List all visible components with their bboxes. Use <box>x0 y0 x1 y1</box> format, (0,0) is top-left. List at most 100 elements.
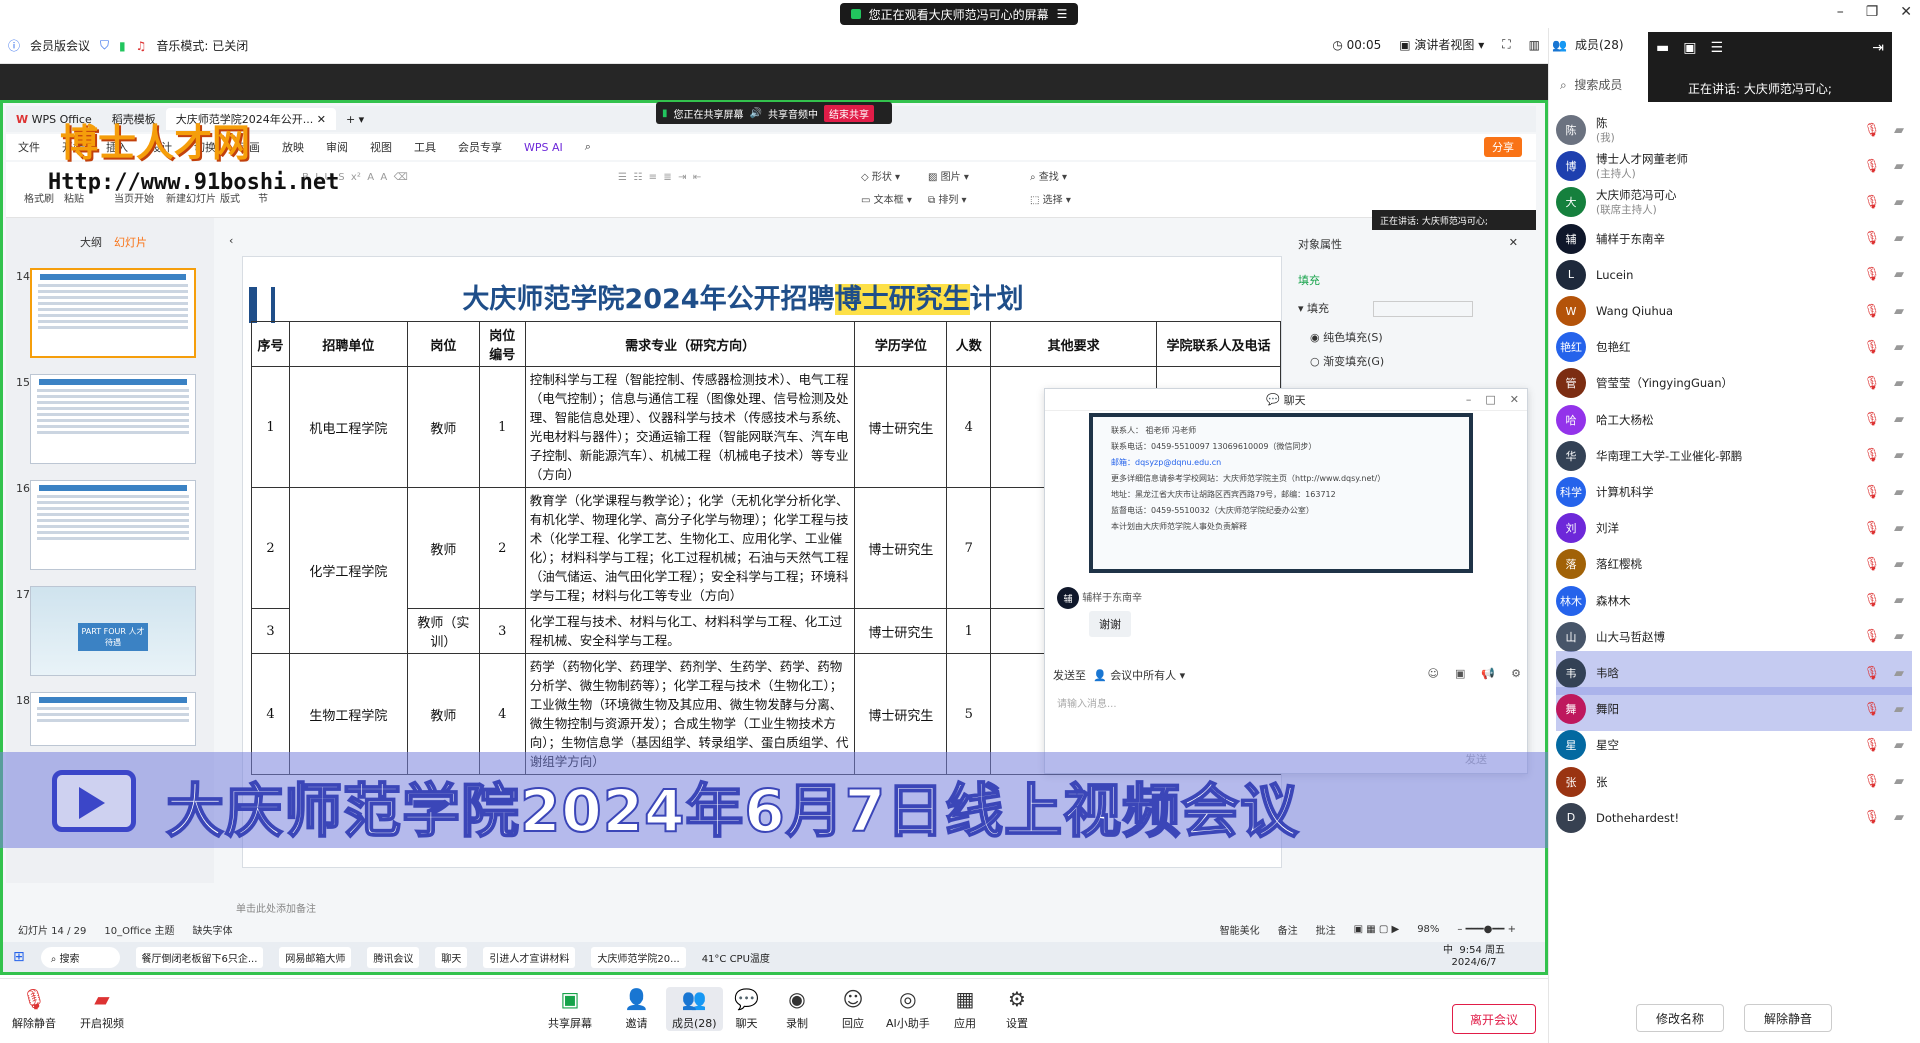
close-icon[interactable]: ✕ <box>1900 4 1912 20</box>
slide-thumbnail[interactable] <box>30 374 196 464</box>
mic-muted-icon[interactable]: 🎙 <box>1863 629 1880 644</box>
weather[interactable]: 41°C CPU温度 <box>702 950 770 965</box>
mic-muted-icon[interactable]: 🎙 <box>1863 304 1880 319</box>
close-icon[interactable]: ✕ <box>1510 393 1519 406</box>
camera-off-icon[interactable]: ▰ <box>1894 304 1904 319</box>
slide-thumbnail[interactable]: PART FOUR 人才待遇 <box>30 586 196 676</box>
collapse-icon[interactable]: ⇥ <box>1872 40 1884 56</box>
fullscreen-icon[interactable]: ⛶ <box>1502 37 1510 52</box>
camera-off-icon[interactable]: ▰ <box>1894 593 1904 608</box>
maximize-icon[interactable]: □ <box>1485 393 1495 406</box>
mic-muted-icon[interactable]: 🎙 <box>1863 123 1880 138</box>
mic-muted-icon[interactable]: 🎙 <box>1863 485 1880 500</box>
comments-toggle[interactable]: 批注 <box>1316 922 1336 937</box>
record-button[interactable]: ◉ 录制 <box>786 987 808 1031</box>
taskbar-app[interactable]: 引进人才宣讲材料 <box>483 946 576 968</box>
fill-dropdown[interactable] <box>1372 301 1473 317</box>
camera-off-icon[interactable]: ▰ <box>1894 485 1904 500</box>
unmute-button[interactable]: 🎙 解除静音 <box>12 987 56 1031</box>
mic-muted-icon[interactable]: 🎙 <box>1863 521 1880 536</box>
camera-off-icon[interactable]: ▰ <box>1894 810 1904 825</box>
shield-icon[interactable]: ⛉ <box>100 38 109 53</box>
emoji-icon[interactable]: ☺ <box>1428 667 1439 683</box>
mic-muted-icon[interactable]: 🎙 <box>1863 412 1880 427</box>
camera-off-icon[interactable]: ▰ <box>1894 267 1904 282</box>
view-mode-dropdown[interactable]: ▣ 演讲者视图 ▾ <box>1399 36 1484 53</box>
props-fill-section[interactable]: ▾ 填充 <box>1298 300 1518 317</box>
close-icon[interactable]: ✕ <box>1509 236 1518 252</box>
sidebar-toggle-icon[interactable]: ▥ <box>1529 38 1540 52</box>
collapse-panel-icon[interactable]: ‹ <box>229 234 233 250</box>
arrange-button[interactable]: ⧉ 排列 ▾ <box>928 191 969 206</box>
list-icon[interactable]: ☰ <box>1710 40 1723 56</box>
mic-muted-icon[interactable]: 🎙 <box>1863 666 1880 681</box>
settings-button[interactable]: ⚙ 设置 <box>1006 987 1028 1031</box>
camera-off-icon[interactable]: ▰ <box>1894 195 1904 210</box>
minimize-icon[interactable]: – <box>1837 4 1844 20</box>
mic-muted-icon[interactable]: 🎙 <box>1863 810 1880 825</box>
announce-icon[interactable]: 📢 <box>1481 667 1495 683</box>
audio-text[interactable]: 共享音频中 <box>768 106 818 121</box>
minimize-icon[interactable]: ▬ <box>1656 40 1669 56</box>
minimize-icon[interactable]: – <box>1466 393 1472 406</box>
mic-muted-icon[interactable]: 🎙 <box>1863 593 1880 608</box>
member-row[interactable]: D Dothehardest! 🎙 ▰ <box>1556 796 1912 840</box>
menu-item[interactable]: 文件 <box>18 139 40 155</box>
mic-muted-icon[interactable]: 🎙 <box>1863 195 1880 210</box>
mic-muted-icon[interactable]: 🎙 <box>1863 557 1880 572</box>
mic-muted-icon[interactable]: 🎙 <box>1863 738 1880 753</box>
mic-muted-icon[interactable]: 🎙 <box>1863 774 1880 789</box>
notes-toggle[interactable]: 备注 <box>1278 922 1298 937</box>
zoom-level[interactable]: 98% <box>1417 924 1439 935</box>
find-button[interactable]: ⌕ 查找 ▾ <box>1030 168 1071 183</box>
mic-muted-icon[interactable]: 🎙 <box>1863 340 1880 355</box>
mic-muted-icon[interactable]: 🎙 <box>1863 702 1880 717</box>
tab-outline[interactable]: 大纲 <box>80 234 102 250</box>
menu-item-wps-ai[interactable]: WPS AI <box>524 141 563 154</box>
textbox-button[interactable]: ▭ 文本框 ▾ <box>861 191 912 206</box>
window-icon[interactable]: ▣ <box>1683 40 1696 56</box>
camera-off-icon[interactable]: ▰ <box>1894 738 1904 753</box>
taskbar-app[interactable]: 大庆师范学院20... <box>591 946 686 968</box>
missing-font[interactable]: 缺失字体 <box>192 922 232 937</box>
camera-off-icon[interactable]: ▰ <box>1894 557 1904 572</box>
leave-meeting-button[interactable]: 离开会议 <box>1452 1004 1536 1034</box>
taskbar-app[interactable]: 聊天 <box>435 946 468 968</box>
ai-assistant-button[interactable]: ◎ AI小助手 <box>886 987 930 1031</box>
slide-thumbnail[interactable] <box>30 480 196 570</box>
taskbar-clock[interactable]: 中 9:54 周五 2024/6/7 <box>1443 945 1505 969</box>
react-button[interactable]: ☺ 回应 <box>842 987 864 1031</box>
signal-icon[interactable]: ▮ <box>119 39 126 53</box>
folder-icon[interactable]: ▣ <box>1455 667 1465 683</box>
menu-item[interactable]: 会员专享 <box>458 139 502 155</box>
mic-muted-icon[interactable]: 🎙 <box>1863 267 1880 282</box>
screen-share-notice[interactable]: 您正在观看大庆师范冯可心的屏幕 ☰ <box>840 3 1078 25</box>
windows-start-icon[interactable]: ⊞ <box>13 949 25 965</box>
settings-icon[interactable]: ⚙ <box>1511 667 1521 683</box>
camera-off-icon[interactable]: ▰ <box>1894 123 1904 138</box>
camera-off-icon[interactable]: ▰ <box>1894 702 1904 717</box>
camera-off-icon[interactable]: ▰ <box>1894 521 1904 536</box>
end-share-button[interactable]: 结束共享 <box>823 104 874 122</box>
share-screen-button[interactable]: ▣ 共享屏幕 <box>548 987 592 1031</box>
select-button[interactable]: ⬚ 选择 ▾ <box>1030 191 1071 206</box>
props-tab-fill[interactable]: 填充 <box>1298 272 1518 288</box>
camera-off-icon[interactable]: ▰ <box>1894 412 1904 427</box>
slide-thumbnail[interactable] <box>30 268 196 358</box>
notes-placeholder[interactable]: 单击此处添加备注 <box>236 900 316 915</box>
menu-item[interactable]: 工具 <box>414 139 436 155</box>
start-video-button[interactable]: ▰ 开启视频 <box>80 987 124 1031</box>
camera-off-icon[interactable]: ▰ <box>1894 231 1904 246</box>
ime-indicator[interactable]: 中 <box>1443 945 1453 956</box>
paragraph-buttons[interactable]: ☰ ☷ ≡ ≣ ⇥ ⇤ <box>618 172 701 183</box>
info-icon[interactable]: ⓘ <box>8 37 20 54</box>
member-search-input[interactable]: ⌕ 搜索成员 <box>1560 76 1622 93</box>
camera-off-icon[interactable]: ▰ <box>1894 340 1904 355</box>
camera-off-icon[interactable]: ▰ <box>1894 774 1904 789</box>
rename-button[interactable]: 修改名称 <box>1636 1004 1724 1032</box>
picture-button[interactable]: ▨ 图片 ▾ <box>928 168 969 183</box>
meeting-type[interactable]: 会员版会议 <box>30 37 90 54</box>
new-tab-button[interactable]: + ▾ <box>336 108 374 130</box>
menu-item[interactable]: 放映 <box>282 139 304 155</box>
invite-button[interactable]: 👤 邀请 <box>624 987 649 1031</box>
